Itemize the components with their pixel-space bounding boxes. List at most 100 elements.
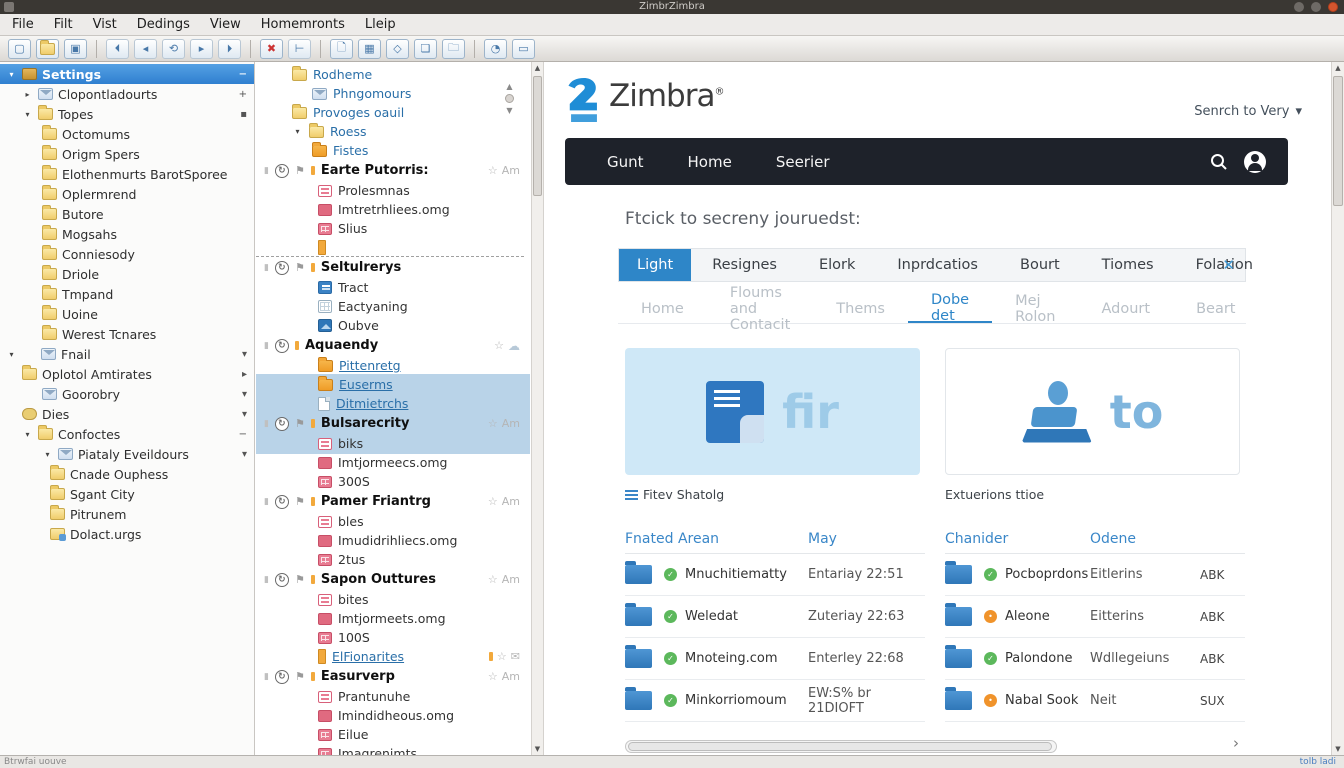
- save-button[interactable]: ▣: [64, 39, 87, 59]
- tab-mej-rolon[interactable]: Mej Rolon: [992, 294, 1078, 323]
- menu-homemronts[interactable]: Homemronts: [261, 17, 345, 32]
- tab-tiomes[interactable]: Tiomes: [1081, 249, 1175, 281]
- list-item[interactable]: ✓Mnoteing.comEnterley 22:68: [625, 638, 925, 680]
- sidebar-item-settings[interactable]: ▾Settings−: [0, 64, 254, 84]
- tree-item[interactable]: Eactyaning: [256, 297, 530, 316]
- tree-item[interactable]: Provoges oauil: [256, 103, 530, 122]
- scroll-right-chevron[interactable]: ›: [1233, 734, 1239, 752]
- tree-item[interactable]: Fistes: [256, 141, 530, 160]
- sidebar-item[interactable]: Driole: [0, 264, 254, 284]
- sidebar-item[interactable]: ▾Topes▪: [0, 104, 254, 124]
- feature-card-file[interactable]: fir: [625, 348, 920, 475]
- refresh-circle-icon[interactable]: ↻: [275, 417, 289, 431]
- user-account-icon[interactable]: [1244, 151, 1266, 173]
- expander-icon[interactable]: ▾: [6, 350, 17, 359]
- sidebar-item[interactable]: Sgant City: [0, 484, 254, 504]
- refresh-circle-icon[interactable]: ↻: [275, 573, 289, 587]
- tab-home[interactable]: Home: [618, 294, 707, 323]
- tree-item[interactable]: bites: [256, 590, 530, 609]
- tab-dobe-det[interactable]: Dobe det: [908, 294, 992, 323]
- sidebar-item[interactable]: ▾Piataly Eveildours▾: [0, 444, 254, 464]
- sidebar-item[interactable]: Goorobry▾: [0, 384, 254, 404]
- horizontal-scrollbar[interactable]: [625, 740, 1057, 753]
- go-first-button[interactable]: ⏴: [106, 39, 129, 59]
- tree-item[interactable]: Pittenretg: [256, 356, 530, 375]
- sidebar-item[interactable]: Uoine: [0, 304, 254, 324]
- list-item[interactable]: ✓PocboprdonsEitlerinsABK: [945, 554, 1245, 596]
- star-icon[interactable]: ☆: [488, 573, 498, 586]
- tree-item[interactable]: Imindidheous.omg: [256, 706, 530, 725]
- tree-item[interactable]: Imtjormeets.omg: [256, 609, 530, 628]
- expander-icon[interactable]: ▾: [6, 70, 17, 79]
- nav-item-seerier[interactable]: Seerier: [776, 153, 830, 171]
- search-scope-dropdown[interactable]: Senrch to Very▾: [1194, 104, 1302, 119]
- tree-section[interactable]: ▮↻⚑Earte Putorris:☆Am: [256, 160, 530, 181]
- tree-item[interactable]: Imudidrihliecs.omg: [256, 531, 530, 550]
- star-icon[interactable]: ☆: [488, 495, 498, 508]
- folder-view-button[interactable]: 🗀: [442, 39, 465, 59]
- tab-inprdcatios[interactable]: Inprdcatios: [876, 249, 999, 281]
- frame-button[interactable]: ▭: [512, 39, 535, 59]
- sidebar-item-confoctes[interactable]: ▾Confoctes−: [0, 424, 254, 444]
- sidebar-item[interactable]: Oplermrend: [0, 184, 254, 204]
- list-item[interactable]: ✓WeledatZuteriay 22:63: [625, 596, 925, 638]
- tab-floums-contacit[interactable]: Floums and Contacit: [707, 294, 813, 323]
- tree-section[interactable]: ▮↻⚑Easurverp☆Am: [256, 666, 530, 687]
- scroll-up-arrow[interactable]: ▲: [1332, 64, 1344, 72]
- tree-item[interactable]: Euserms: [256, 375, 530, 394]
- go-last-button[interactable]: ⏵: [218, 39, 241, 59]
- menu-view[interactable]: View: [210, 17, 241, 32]
- menu-help[interactable]: Lleip: [365, 17, 396, 32]
- sidebar-item[interactable]: Dies▾: [0, 404, 254, 424]
- tree-item[interactable]: Oubve: [256, 316, 530, 335]
- expander-icon[interactable]: ▸: [22, 90, 33, 99]
- refresh-doc-button[interactable]: ⟲: [162, 39, 185, 59]
- tab-light[interactable]: Light: [619, 249, 691, 281]
- tree-item[interactable]: Rodheme: [256, 65, 530, 84]
- nav-item-gunt[interactable]: Gunt: [607, 153, 644, 171]
- tree-section[interactable]: ▮↻⚑Sapon Outtures☆Am: [256, 569, 530, 590]
- sidebar-item[interactable]: Werest Tcnares: [0, 324, 254, 344]
- tree-item[interactable]: Imtretrhliees.omg: [256, 200, 530, 219]
- expander-icon[interactable]: ▾: [22, 430, 33, 439]
- pin-icon[interactable]: ▪: [240, 109, 247, 120]
- tree-item[interactable]: 300S: [256, 472, 530, 491]
- tab-beart[interactable]: Beart: [1173, 294, 1258, 323]
- splitter-knob[interactable]: [505, 94, 514, 103]
- tree-item[interactable]: Ditmietrchs: [256, 394, 530, 413]
- web-vertical-scrollbar[interactable]: ▲ ▼: [1331, 62, 1344, 755]
- table-button[interactable]: ▦: [358, 39, 381, 59]
- tree-item[interactable]: bles: [256, 512, 530, 531]
- sidebar-item[interactable]: Octomums: [0, 124, 254, 144]
- tree-item[interactable]: Prolesmnas: [256, 181, 530, 200]
- go-back-button[interactable]: ◂: [134, 39, 157, 59]
- sidebar-item[interactable]: ▸Clopontladourts+: [0, 84, 254, 104]
- tree-item[interactable]: Imagrenimts: [256, 744, 530, 755]
- refresh-circle-icon[interactable]: ↻: [275, 261, 289, 275]
- panel-scroll-controls[interactable]: ▲▼: [505, 82, 514, 115]
- scroll-down-arrow[interactable]: ▼: [1332, 745, 1344, 753]
- list-item[interactable]: ✓MinkorriomoumEW:S% br 21DIOFT: [625, 680, 925, 722]
- column-header[interactable]: Fnated Arean: [625, 531, 719, 547]
- tab-elork[interactable]: Elork: [798, 249, 876, 281]
- delete-button[interactable]: ✖: [260, 39, 283, 59]
- add-button[interactable]: +: [239, 89, 247, 100]
- star-icon[interactable]: ☆: [497, 650, 507, 663]
- refresh-circle-icon[interactable]: ↻: [275, 164, 289, 178]
- expand-icon[interactable]: ▸: [242, 369, 247, 380]
- refresh-circle-icon[interactable]: ↻: [275, 495, 289, 509]
- menu-file[interactable]: File: [12, 17, 34, 32]
- title-bar[interactable]: ZimbrZimbra: [0, 0, 1344, 14]
- go-forward-button[interactable]: ▸: [190, 39, 213, 59]
- scroll-up-arrow[interactable]: ▲: [532, 64, 543, 72]
- sidebar-item[interactable]: Elothenmurts BarotSporee: [0, 164, 254, 184]
- column-header[interactable]: Chanider: [945, 531, 1008, 547]
- minimize-button[interactable]: [1294, 2, 1304, 12]
- tree-section[interactable]: ▮↻⚑Pamer Friantrg☆Am: [256, 491, 530, 512]
- column-header[interactable]: May: [808, 531, 837, 547]
- tree-item[interactable]: Tract: [256, 278, 530, 297]
- new-page-button[interactable]: 🗋: [330, 39, 353, 59]
- refresh-circle-icon[interactable]: ↻: [275, 670, 289, 684]
- tree-section-selected[interactable]: ▮↻Aquaendy☆☁: [256, 335, 530, 356]
- sidebar-item[interactable]: Origm Spers: [0, 144, 254, 164]
